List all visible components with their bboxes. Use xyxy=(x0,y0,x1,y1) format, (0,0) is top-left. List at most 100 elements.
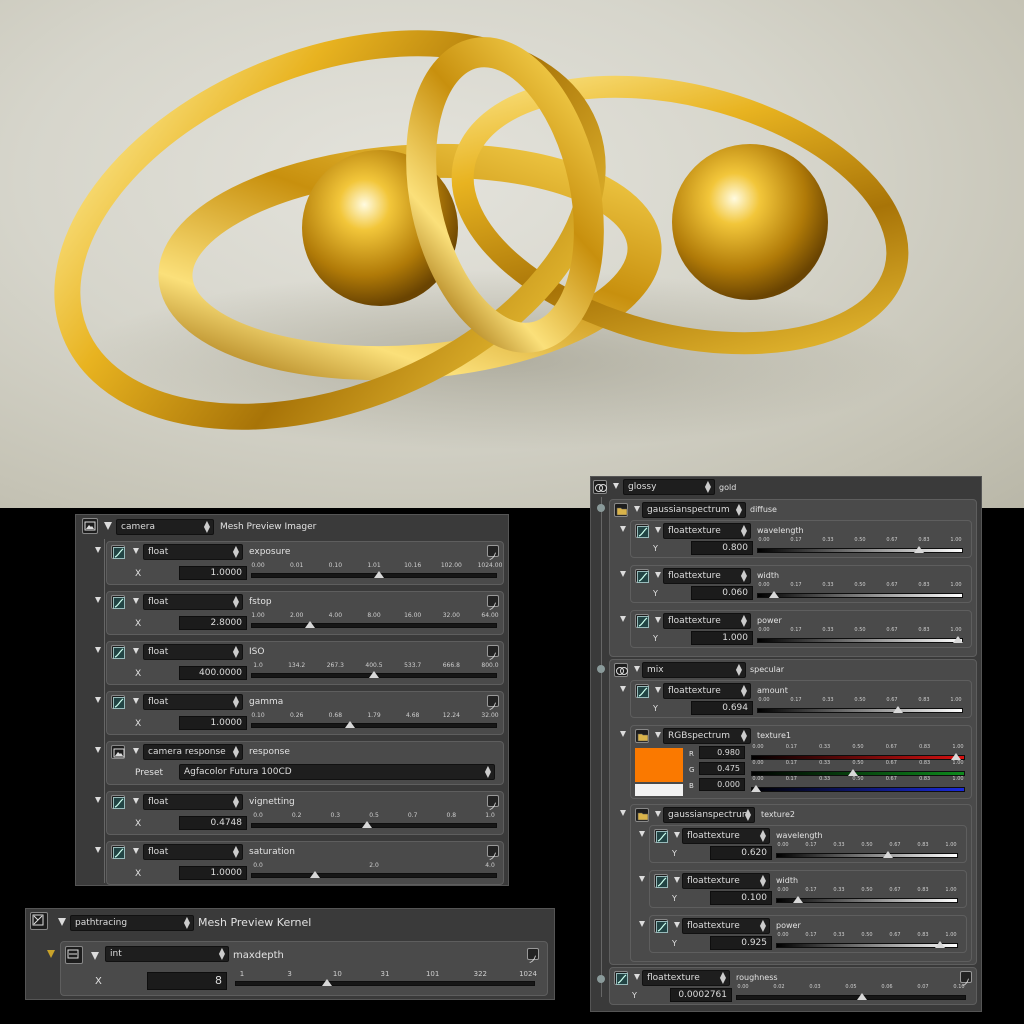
texture2-width-node-icon[interactable] xyxy=(654,874,668,888)
diffuse-type-dropdown[interactable]: gaussianspectrum ▲ ▼ xyxy=(642,502,746,518)
diffuse-width-type-dropdown[interactable]: floattexture ▲ ▼ xyxy=(663,568,751,584)
texture2-wavelength-type-dropdown[interactable]: floattexture ▲ ▼ xyxy=(682,828,770,844)
amount-node-icon[interactable] xyxy=(635,684,649,698)
roughness-type-dropdown[interactable]: floattexture ▲ ▼ xyxy=(642,970,730,986)
vignetting-curve-editor-icon[interactable] xyxy=(487,795,499,810)
texture2-width-slider-handle[interactable] xyxy=(793,896,804,903)
imager-collapse-icon[interactable] xyxy=(104,522,112,530)
exposure-value-field[interactable]: 1.0000 xyxy=(179,566,247,580)
gamma-curve-editor-icon[interactable] xyxy=(487,695,499,710)
texture2-width-type-dropdown[interactable]: floattexture ▲ ▼ xyxy=(682,873,770,889)
diffuse-power-slider-track[interactable] xyxy=(757,638,963,643)
saturation-curve-editor-icon[interactable] xyxy=(487,845,499,860)
texture1-node-icon[interactable] xyxy=(635,729,649,743)
diffuse-width-slider-track[interactable] xyxy=(757,593,963,598)
texture2-node-icon[interactable] xyxy=(635,808,649,822)
amount-value-field[interactable]: 0.694 xyxy=(691,701,753,715)
diffuse-wavelength-slider-handle[interactable] xyxy=(913,546,924,553)
maxdepth-type-dropdown[interactable]: int ▲ ▼ xyxy=(105,946,229,962)
maxdepth-curve-editor-icon[interactable] xyxy=(527,948,539,963)
specular-type-dropdown[interactable]: mix ▲ ▼ xyxy=(642,662,746,678)
gamma-type-dropdown[interactable]: float ▲ ▼ xyxy=(143,694,243,710)
amount-type-dropdown[interactable]: floattexture ▲ ▼ xyxy=(663,683,751,699)
kernel-node-icon[interactable] xyxy=(30,912,48,930)
channel-g-value-field[interactable]: 0.475 xyxy=(699,762,745,775)
diffuse-wavelength-value-field[interactable]: 0.800 xyxy=(691,541,753,555)
diffuse-power-collapse-triangle-icon[interactable] xyxy=(655,617,661,623)
texture2-power-slider-handle[interactable] xyxy=(935,941,946,948)
row-vignetting-collapse-icon[interactable] xyxy=(95,797,101,803)
exposure-slider-handle[interactable] xyxy=(373,571,384,578)
specular-connector-dot-icon[interactable] xyxy=(597,665,605,673)
fstop-slider-handle[interactable] xyxy=(305,621,316,628)
vignetting-collapse-triangle-icon[interactable] xyxy=(133,798,139,804)
iso-node-icon[interactable] xyxy=(111,645,125,659)
iso-slider-handle[interactable] xyxy=(369,671,379,678)
vignetting-slider-handle[interactable] xyxy=(361,821,372,828)
channel-g-slider-handle[interactable] xyxy=(847,769,858,776)
exposure-collapse-triangle-icon[interactable] xyxy=(133,548,139,554)
row-collapse-icon[interactable] xyxy=(620,526,626,532)
exposure-node-icon[interactable] xyxy=(111,545,125,559)
texture2-collapse-icon[interactable] xyxy=(620,810,626,816)
vignetting-value-field[interactable]: 0.4748 xyxy=(179,816,247,830)
roughness-curve-editor-icon[interactable] xyxy=(960,971,972,986)
row-collapse-icon[interactable] xyxy=(639,921,645,927)
diffuse-power-type-dropdown[interactable]: floattexture ▲ ▼ xyxy=(663,613,751,629)
texture2-wavelength-node-icon[interactable] xyxy=(654,829,668,843)
gamma-slider-track[interactable] xyxy=(251,723,497,728)
diffuse-wavelength-type-dropdown[interactable]: floattexture ▲ ▼ xyxy=(663,523,751,539)
fstop-type-dropdown[interactable]: float ▲ ▼ xyxy=(143,594,243,610)
row-saturation-collapse-icon[interactable] xyxy=(95,847,101,853)
gamma-value-field[interactable]: 1.0000 xyxy=(179,716,247,730)
texture2-collapse-triangle-icon[interactable] xyxy=(655,811,661,817)
diffuse-power-value-field[interactable]: 1.000 xyxy=(691,631,753,645)
texture2-width-value-field[interactable]: 0.100 xyxy=(710,891,772,905)
row-collapse-icon[interactable] xyxy=(620,616,626,622)
diffuse-power-node-icon[interactable] xyxy=(635,614,649,628)
maxdepth-value-field[interactable]: 8 xyxy=(147,972,227,990)
fstop-curve-editor-icon[interactable] xyxy=(487,595,499,610)
texture2-power-value-field[interactable]: 0.925 xyxy=(710,936,772,950)
row-response-collapse-icon[interactable] xyxy=(95,747,101,753)
maxdepth-node-icon[interactable] xyxy=(65,946,83,964)
saturation-collapse-triangle-icon[interactable] xyxy=(133,848,139,854)
response-node-icon[interactable] xyxy=(111,745,125,759)
iso-type-dropdown[interactable]: float ▲ ▼ xyxy=(143,644,243,660)
row-collapse-icon[interactable] xyxy=(620,571,626,577)
diffuse-node-icon[interactable] xyxy=(614,503,628,517)
saturation-type-dropdown[interactable]: float ▲ ▼ xyxy=(143,844,243,860)
diffuse-wavelength-node-icon[interactable] xyxy=(635,524,649,538)
vignetting-type-dropdown[interactable]: float ▲ ▼ xyxy=(143,794,243,810)
specular-node-icon[interactable] xyxy=(614,663,628,677)
material-collapse-icon[interactable] xyxy=(613,483,619,489)
channel-b-slider-track[interactable] xyxy=(751,787,965,792)
color-swatch[interactable] xyxy=(635,748,683,782)
saturation-value-field[interactable]: 1.0000 xyxy=(179,866,247,880)
channel-r-slider-handle[interactable] xyxy=(950,753,961,760)
fstop-collapse-triangle-icon[interactable] xyxy=(133,598,139,604)
row-iso-collapse-icon[interactable] xyxy=(95,647,101,653)
roughness-value-field[interactable]: 0.0002761 xyxy=(670,988,732,1002)
diffuse-connector-dot-icon[interactable] xyxy=(597,504,605,512)
channel-b-value-field[interactable]: 0.000 xyxy=(699,778,745,791)
gamma-collapse-triangle-icon[interactable] xyxy=(133,698,139,704)
diffuse-width-slider-handle[interactable] xyxy=(768,591,779,598)
row-collapse-icon[interactable] xyxy=(639,876,645,882)
row-collapse-icon[interactable] xyxy=(639,831,645,837)
saturation-slider-handle[interactable] xyxy=(310,871,320,878)
diffuse-collapse-icon[interactable] xyxy=(634,506,640,512)
saturation-node-icon[interactable] xyxy=(111,845,125,859)
maxdepth-collapse-triangle-icon[interactable] xyxy=(91,952,99,960)
vignetting-slider-track[interactable] xyxy=(251,823,497,828)
texture2-power-collapse-triangle-icon[interactable] xyxy=(674,922,680,928)
amount-slider-handle[interactable] xyxy=(893,706,904,713)
exposure-type-dropdown[interactable]: float ▲ ▼ xyxy=(143,544,243,560)
imager-type-dropdown[interactable]: camera ▲ ▼ xyxy=(116,519,214,535)
response-preset-dropdown[interactable]: Agfacolor Futura 100CD ▲ ▼ xyxy=(179,764,495,780)
fstop-node-icon[interactable] xyxy=(111,595,125,609)
texture2-type-dropdown[interactable]: gaussianspectrum ▲ ▼ xyxy=(663,807,755,823)
maxdepth-expand-icon[interactable] xyxy=(47,950,55,958)
specular-collapse-icon[interactable] xyxy=(634,666,640,672)
channel-r-value-field[interactable]: 0.980 xyxy=(699,746,745,759)
